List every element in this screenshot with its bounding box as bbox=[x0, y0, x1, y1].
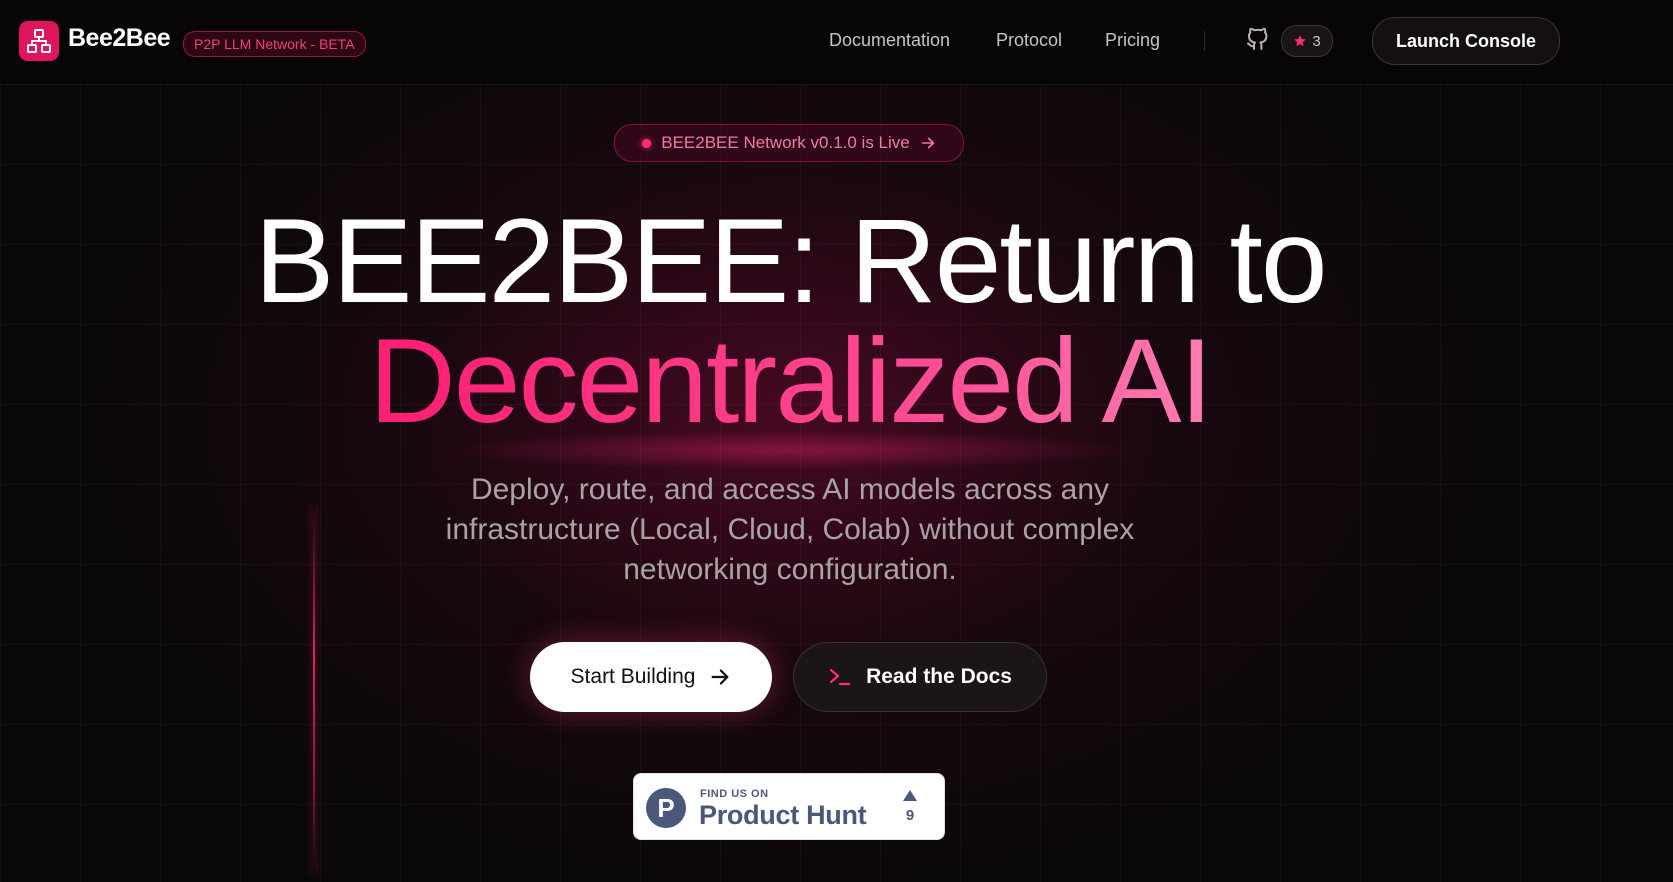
nav-pricing[interactable]: Pricing bbox=[1105, 30, 1160, 51]
triangle-up-icon bbox=[903, 790, 917, 801]
star-icon bbox=[1294, 35, 1307, 47]
launch-console-button[interactable]: Launch Console bbox=[1372, 17, 1560, 65]
read-docs-label: Read the Docs bbox=[866, 665, 1012, 688]
glow-streak bbox=[313, 505, 315, 875]
product-hunt-badge[interactable]: P FIND US ON Product Hunt 9 bbox=[633, 773, 945, 840]
beta-badge: P2P LLM Network - BETA bbox=[183, 31, 366, 57]
product-hunt-logo-icon: P bbox=[646, 788, 686, 828]
live-dot-icon bbox=[642, 138, 652, 148]
hero-subtitle: Deploy, route, and access AI models acro… bbox=[445, 473, 1135, 586]
start-building-label: Start Building bbox=[570, 665, 696, 688]
hero-title-line2: Decentralized AI bbox=[0, 316, 1580, 446]
announcement-text: BEE2BEE Network v0.1.0 is Live bbox=[661, 133, 910, 152]
github-icon[interactable] bbox=[1245, 27, 1269, 53]
network-hierarchy-icon[interactable] bbox=[19, 21, 59, 61]
terminal-icon bbox=[829, 668, 851, 686]
start-building-button[interactable]: Start Building bbox=[530, 642, 772, 712]
product-hunt-find-text: FIND US ON bbox=[700, 788, 769, 800]
read-docs-button[interactable]: Read the Docs bbox=[793, 642, 1047, 712]
hero-title-line1: BEE2BEE: Return to bbox=[254, 194, 1327, 328]
github-stars-badge[interactable]: 3 bbox=[1281, 25, 1333, 57]
landing-page: Bee2Bee P2P LLM Network - BETA Documenta… bbox=[0, 0, 1673, 882]
arrow-right-icon bbox=[712, 669, 729, 685]
product-hunt-upvote-count: 9 bbox=[905, 807, 915, 824]
arrow-right-icon bbox=[921, 137, 934, 149]
announcement-pill[interactable]: BEE2BEE Network v0.1.0 is Live bbox=[614, 124, 964, 162]
product-hunt-name: Product Hunt bbox=[699, 800, 867, 830]
nav-divider bbox=[1204, 31, 1205, 51]
top-navbar: Bee2Bee P2P LLM Network - BETA Documenta… bbox=[0, 0, 1673, 85]
nav-protocol[interactable]: Protocol bbox=[996, 30, 1062, 51]
github-star-count: 3 bbox=[1312, 32, 1321, 50]
brand-name[interactable]: Bee2Bee bbox=[68, 24, 171, 53]
nav-documentation[interactable]: Documentation bbox=[829, 30, 950, 51]
